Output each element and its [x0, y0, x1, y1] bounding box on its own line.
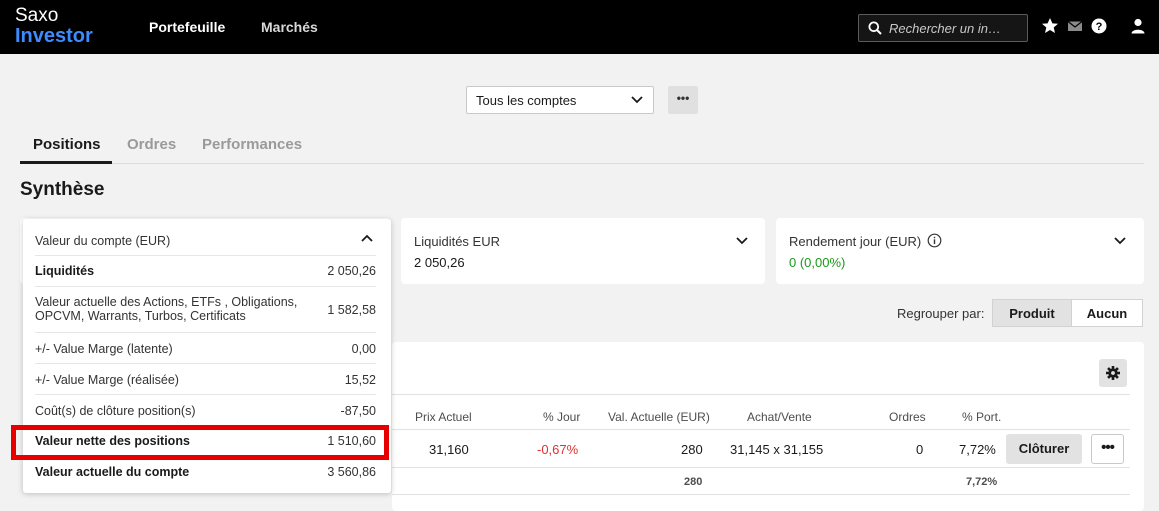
- tab-positions[interactable]: Positions: [33, 136, 101, 153]
- section-title: Synthèse: [20, 179, 105, 200]
- search-input[interactable]: Rechercher un in…: [858, 14, 1028, 42]
- cell-bid-ask: 31,145 x 31,155: [730, 442, 824, 457]
- dropdown-title: Valeur du compte (EUR): [35, 234, 171, 248]
- group-by-none-button[interactable]: Aucun: [1071, 299, 1143, 327]
- star-icon[interactable]: [1040, 16, 1060, 36]
- closing-costs-value: -87,50: [340, 404, 376, 418]
- table-row-divider: [392, 467, 1130, 468]
- cell-value: 280: [681, 442, 703, 457]
- unrealized-margin-label: +/- Value Marge (latente): [35, 342, 173, 356]
- total-port-pct: 7,72%: [966, 476, 998, 488]
- dropdown-divider: [35, 332, 376, 333]
- liquidity-card-value: 2 050,26: [414, 255, 465, 270]
- table-header-divider: [392, 429, 1130, 430]
- user-icon[interactable]: [1128, 16, 1148, 36]
- securities-value-label: Valeur actuelle des Actions, ETFs , Obli…: [35, 295, 298, 323]
- tab-orders[interactable]: Ordres: [127, 136, 176, 153]
- column-header-price[interactable]: Prix Actuel: [415, 410, 472, 424]
- active-tab-indicator: [20, 161, 112, 164]
- chevron-down-icon[interactable]: [736, 237, 748, 245]
- liquidity-card[interactable]: Liquidités EUR 2 050,26: [401, 218, 765, 284]
- cell-price: 31,160: [429, 442, 469, 457]
- realized-margin-value: 15,52: [344, 373, 376, 387]
- column-header-port-pct[interactable]: % Port.: [962, 410, 1001, 424]
- svg-text:?: ?: [1096, 21, 1103, 33]
- logo-line-2: Investor: [15, 25, 93, 47]
- column-header-bid-ask[interactable]: Achat/Vente: [747, 410, 812, 424]
- group-by-label: Regrouper par:: [897, 306, 985, 321]
- saxo-investor-logo[interactable]: Saxo Investor: [15, 6, 93, 46]
- positions-table-card: [392, 342, 1144, 511]
- realized-margin-label: +/- Value Marge (réalisée): [35, 373, 179, 387]
- chevron-down-icon[interactable]: [1114, 237, 1126, 245]
- table-settings-button[interactable]: [1099, 359, 1127, 387]
- closing-costs-label: Coût(s) de clôture position(s): [35, 404, 196, 418]
- column-header-orders[interactable]: Ordres: [889, 410, 926, 424]
- account-select-value: Tous les comptes: [476, 93, 577, 108]
- dropdown-divider: [35, 394, 376, 395]
- chevron-up-icon[interactable]: [361, 234, 373, 242]
- daily-return-card-value: 0 (0,00%): [789, 255, 846, 270]
- nav-markets[interactable]: Marchés: [261, 19, 318, 35]
- securities-value: 1 582,58: [327, 303, 376, 317]
- mail-icon[interactable]: [1065, 16, 1085, 36]
- search-placeholder: Rechercher un in…: [889, 21, 1001, 36]
- total-value: 280: [684, 476, 703, 488]
- chevron-down-icon: [631, 96, 643, 104]
- table-bottom-divider: [392, 494, 1130, 495]
- group-by-product-button[interactable]: Produit: [992, 299, 1072, 327]
- account-value-label: Valeur actuelle du compte: [35, 465, 190, 479]
- row-more-button[interactable]: •••: [1091, 434, 1124, 464]
- account-select[interactable]: Tous les comptes: [466, 86, 654, 114]
- daily-return-card[interactable]: Rendement jour (EUR) 0 (0,00%): [776, 218, 1144, 284]
- logo-line-1: Saxo: [15, 5, 59, 26]
- cell-day-pct: -0,67%: [537, 442, 579, 457]
- help-icon[interactable]: ?: [1089, 16, 1109, 36]
- info-icon[interactable]: [927, 233, 942, 248]
- account-more-button[interactable]: •••: [668, 86, 698, 114]
- nav-portfolio[interactable]: Portefeuille: [149, 19, 225, 35]
- column-header-value[interactable]: Val. Actuelle (EUR): [608, 410, 710, 424]
- gear-icon: [1106, 366, 1120, 380]
- liquidity-card-title: Liquidités EUR: [414, 234, 500, 249]
- dropdown-divider: [35, 286, 376, 287]
- close-position-button[interactable]: Clôturer: [1006, 434, 1082, 464]
- unrealized-margin-value: 0,00: [351, 342, 376, 356]
- highlight-box: [11, 425, 389, 460]
- cell-orders: 0: [916, 442, 924, 457]
- daily-return-card-title: Rendement jour (EUR): [789, 234, 922, 249]
- dropdown-divider: [35, 363, 376, 364]
- search-icon: [868, 21, 882, 35]
- table-top-divider: [392, 394, 1130, 395]
- liquidity-label: Liquidités: [35, 264, 95, 278]
- tabs-divider: [20, 163, 1144, 164]
- liquidity-value: 2 050,26: [327, 264, 376, 278]
- tab-performance[interactable]: Performances: [202, 136, 302, 153]
- account-value: 3 560,86: [327, 465, 376, 479]
- column-header-day-pct[interactable]: % Jour: [543, 410, 580, 424]
- dropdown-divider: [35, 255, 376, 256]
- top-navigation-bar: Saxo Investor Portefeuille Marchés Reche…: [0, 0, 1159, 54]
- cell-port-pct: 7,72%: [959, 442, 996, 457]
